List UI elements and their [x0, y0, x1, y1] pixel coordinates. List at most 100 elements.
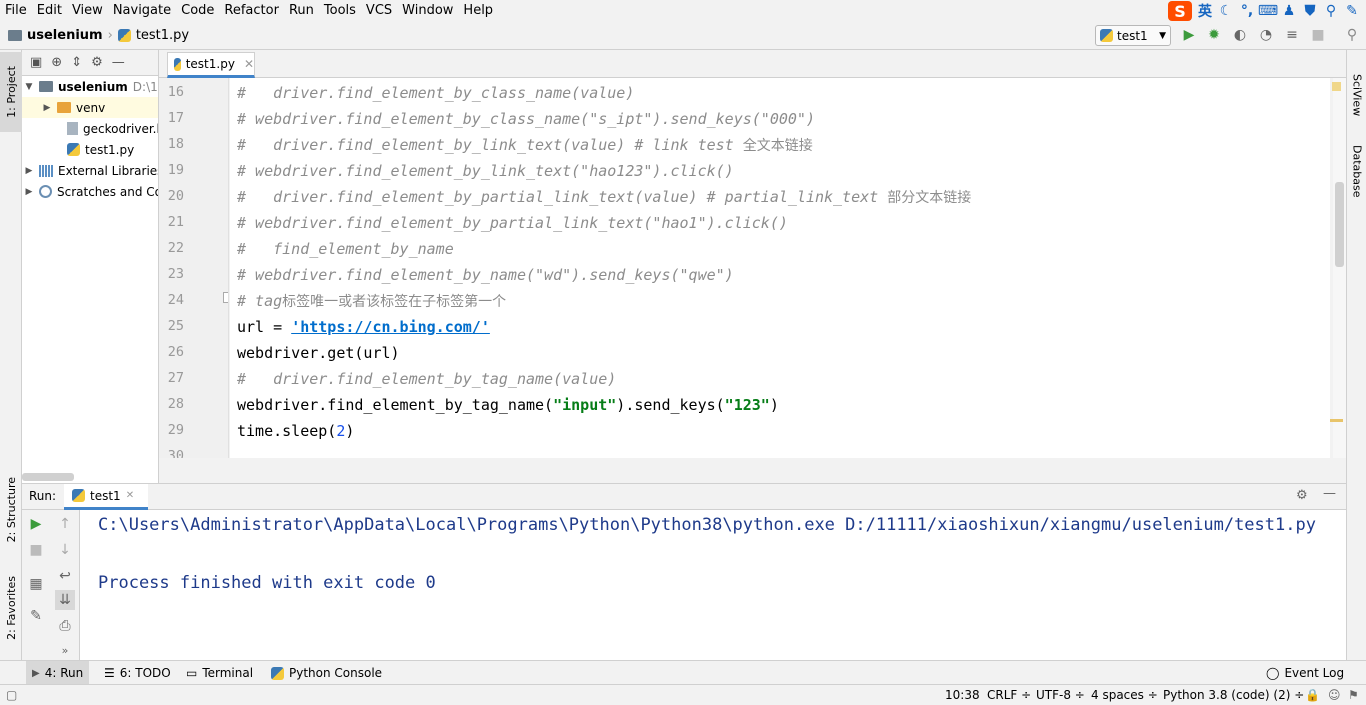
tab-run[interactable]: ▶ 4: Run [26, 661, 90, 685]
chevron-right-icon: › [107, 28, 113, 43]
minimize-icon[interactable]: — [112, 55, 125, 70]
menu-window[interactable]: Window [397, 0, 458, 22]
menu-edit[interactable]: Edit [32, 0, 67, 22]
run-console-output[interactable]: C:\Users\Administrator\AppData\Local\Pro… [80, 510, 1346, 660]
shirt-icon[interactable]: ⛊ [1302, 3, 1318, 19]
tree-item-test1[interactable]: test1.py [67, 139, 134, 160]
run-icon[interactable]: ▶ [1181, 27, 1197, 43]
menu-vcs[interactable]: VCS [361, 0, 397, 22]
run-configuration-select[interactable]: test1 ▼ [1095, 25, 1171, 46]
tab-database[interactable]: Database [1346, 136, 1366, 206]
gear-icon[interactable]: ⚙ [91, 55, 103, 70]
editor-scroll-thumb[interactable] [1335, 182, 1344, 267]
menu-file[interactable]: File [0, 0, 32, 22]
profile-icon[interactable]: ◔ [1258, 27, 1274, 43]
menu-refactor[interactable]: Refactor [219, 0, 284, 22]
line-number-gutter: 16 17 18 19 20 21 22 23 24 25 26 27 28 2… [159, 78, 229, 458]
search-icon[interactable]: ⚲ [1323, 3, 1339, 19]
user-icon[interactable]: ♟ [1281, 3, 1297, 19]
tree-item-external-libraries[interactable]: ▶ External Libraries [24, 160, 158, 181]
run-toolbar: ▶ ↑ ■ ↓ ↩ ▦ ⇊ ✎ ⎙ » [22, 510, 80, 660]
down-arrow-icon[interactable]: ↓ [57, 542, 73, 558]
pin-icon[interactable]: ✎ [28, 608, 44, 624]
print-icon[interactable]: ⎙ [57, 618, 73, 634]
python-interpreter[interactable]: Python 3.8 (code) (2) ÷ [1163, 688, 1304, 702]
moon-icon[interactable]: ☾ [1218, 3, 1234, 19]
punctuation-icon[interactable]: °, [1239, 3, 1255, 19]
editor-scrollbar[interactable] [1333, 78, 1346, 458]
menu-view[interactable]: View [67, 0, 108, 22]
python-file-icon [117, 29, 131, 42]
url-link[interactable]: 'https://cn.bing.com/' [291, 318, 490, 336]
editor-tabs: test1.py ✕ [159, 50, 1346, 78]
line-number: 26 [167, 344, 184, 360]
search-everywhere-icon[interactable]: ⚲ [1344, 27, 1360, 43]
layout-icon[interactable]: ▦ [28, 576, 44, 592]
menu-tools[interactable]: Tools [319, 0, 361, 22]
coverage-icon[interactable]: ◐ [1232, 27, 1248, 43]
breadcrumb-file[interactable]: test1.py [136, 28, 189, 43]
rerun-icon[interactable]: ▶ [28, 516, 44, 532]
console-command: C:\Users\Administrator\AppData\Local\Pro… [98, 515, 1316, 535]
breadcrumb-project[interactable]: uselenium [27, 28, 103, 43]
tab-favorites[interactable]: 2: Favorites [0, 568, 22, 648]
warning-stripe[interactable] [1330, 419, 1343, 422]
line-separator[interactable]: CRLF ÷ [987, 688, 1031, 702]
sogou-logo-icon[interactable]: S [1168, 1, 1192, 21]
locate-icon[interactable]: ⊕ [51, 55, 62, 70]
tab-terminal[interactable]: ▭ Terminal [180, 661, 259, 685]
menu-run[interactable]: Run [284, 0, 319, 22]
caret-position[interactable]: 10:38 [945, 688, 980, 702]
tree-item-venv[interactable]: ▶ venv [22, 97, 158, 118]
editor-tab-test1[interactable]: test1.py ✕ [167, 52, 255, 78]
tree-item-uselenium[interactable]: ▼ uselenium D:\1 [24, 76, 158, 97]
view-options-icon[interactable]: ▣ [30, 55, 42, 70]
fold-marker-icon[interactable] [223, 292, 228, 303]
code-line: # find_element_by_name [237, 240, 454, 258]
keyboard-icon[interactable]: ⌨ [1258, 3, 1278, 19]
debug-icon[interactable]: ✹ [1206, 27, 1222, 43]
scroll-to-end-icon[interactable]: ⇊ [55, 590, 75, 610]
tab-sciview[interactable]: SciView [1346, 60, 1366, 130]
tab-structure[interactable]: 2: Structure [0, 470, 22, 550]
more-icon[interactable]: » [57, 642, 73, 658]
inspector-icon[interactable]: ☺ [1328, 688, 1341, 702]
file-encoding[interactable]: UTF-8 ÷ [1036, 688, 1085, 702]
collapse-icon[interactable]: ⇕ [71, 55, 82, 70]
gear-icon[interactable]: ⚙ [1296, 488, 1308, 503]
folder-icon [8, 30, 22, 41]
code-editor[interactable]: # driver.find_element_by_class_name(valu… [230, 78, 1330, 458]
tab-todo[interactable]: ☰ 6: TODO [98, 661, 177, 685]
wrench-icon[interactable]: ✎ [1344, 3, 1360, 19]
line-number: 25 [167, 318, 184, 334]
inspection-marker-icon[interactable] [1332, 82, 1341, 91]
folder-icon [39, 81, 53, 92]
tab-python-console[interactable]: Python Console [265, 661, 388, 685]
soft-wrap-icon[interactable]: ↩ [57, 568, 73, 584]
tree-item-geckodriver[interactable]: geckodriver.l [67, 118, 158, 139]
stop-icon[interactable]: ■ [28, 542, 44, 558]
horizontal-scrollbar[interactable] [22, 473, 74, 481]
close-icon[interactable]: ✕ [126, 490, 134, 501]
close-icon[interactable]: ✕ [244, 57, 254, 71]
menu-bar: File Edit View Navigate Code Refactor Ru… [0, 0, 1366, 22]
lock-icon[interactable]: 🔒 [1305, 688, 1320, 702]
notifications-icon[interactable]: ⚑ [1348, 688, 1359, 702]
stop-icon[interactable]: ■ [1310, 27, 1326, 43]
menu-help[interactable]: Help [458, 0, 498, 22]
event-log-button[interactable]: ◯ Event Log [1260, 661, 1350, 685]
layout-toggle-icon[interactable]: ▢ [6, 688, 17, 702]
ime-language[interactable]: 英 [1197, 3, 1213, 20]
tree-item-scratches[interactable]: ▶ Scratches and Co [24, 181, 158, 202]
indent-setting[interactable]: 4 spaces ÷ [1091, 688, 1158, 702]
chevron-right-icon: ▶ [25, 186, 33, 197]
up-arrow-icon[interactable]: ↑ [57, 516, 73, 532]
run-tab-test1[interactable]: test1 ✕ [64, 484, 148, 510]
line-number: 20 [167, 188, 184, 204]
menu-navigate[interactable]: Navigate [108, 0, 176, 22]
concurrency-icon[interactable]: ≡ [1284, 27, 1300, 43]
tab-project[interactable]: 1: Project [0, 52, 22, 132]
code-line: # driver.find_element_by_tag_name(value) [237, 370, 617, 388]
minimize-icon[interactable]: — [1323, 486, 1336, 501]
menu-code[interactable]: Code [176, 0, 219, 22]
